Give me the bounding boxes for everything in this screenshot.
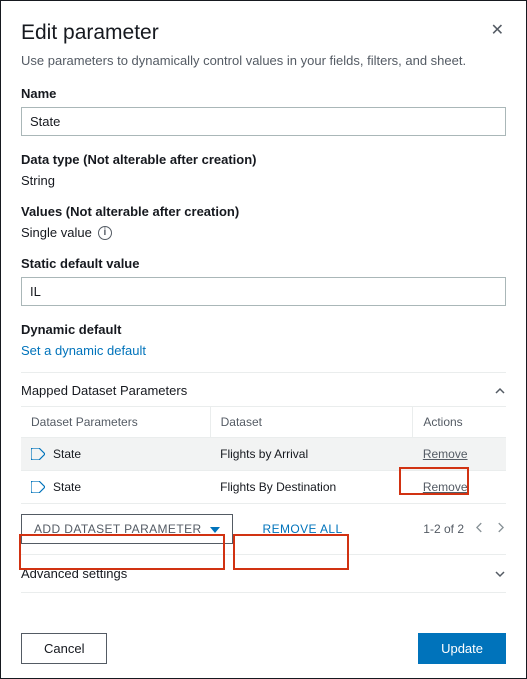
pager-next-icon[interactable] xyxy=(495,520,506,538)
dynamic-default-label: Dynamic default xyxy=(21,322,506,337)
mapped-section-title: Mapped Dataset Parameters xyxy=(21,383,187,398)
dialog-subtitle: Use parameters to dynamically control va… xyxy=(21,53,506,68)
param-name: State xyxy=(53,447,81,461)
chevron-up-icon xyxy=(494,385,506,397)
dialog-header: Edit parameter ✕ xyxy=(21,21,506,53)
update-button[interactable]: Update xyxy=(418,633,506,664)
dataset-name: Flights by Arrival xyxy=(210,438,413,471)
info-icon[interactable]: i xyxy=(98,226,112,240)
pager-prev-icon[interactable] xyxy=(474,520,485,538)
name-input[interactable] xyxy=(21,107,506,136)
chevron-down-icon xyxy=(494,568,506,580)
add-btn-label: ADD DATASET PARAMETER xyxy=(34,522,202,536)
values-value: Single value i xyxy=(21,225,506,240)
advanced-settings-header[interactable]: Advanced settings xyxy=(21,554,506,593)
dataset-name: Flights By Destination xyxy=(210,471,413,504)
pager: 1-2 of 2 xyxy=(423,520,506,538)
dialog-footer: Cancel Update xyxy=(21,615,506,664)
caret-down-icon xyxy=(210,522,220,536)
advanced-settings-title: Advanced settings xyxy=(21,566,127,581)
static-default-input[interactable] xyxy=(21,277,506,306)
dialog-title: Edit parameter xyxy=(21,21,159,45)
add-dataset-parameter-button[interactable]: ADD DATASET PARAMETER xyxy=(21,514,233,544)
parameter-icon xyxy=(31,481,45,493)
table-row[interactable]: State Flights By Destination Remove xyxy=(21,471,506,504)
values-text: Single value xyxy=(21,225,92,240)
remove-all-button[interactable]: REMOVE ALL xyxy=(253,515,353,543)
datatype-value: String xyxy=(21,173,506,188)
mapped-section-header[interactable]: Mapped Dataset Parameters xyxy=(21,372,506,406)
table-row[interactable]: State Flights by Arrival Remove xyxy=(21,438,506,471)
col-header-dataset: Dataset xyxy=(210,407,413,438)
name-label: Name xyxy=(21,86,506,101)
cancel-button[interactable]: Cancel xyxy=(21,633,107,664)
col-header-param: Dataset Parameters xyxy=(21,407,210,438)
param-name: State xyxy=(53,480,81,494)
static-default-label: Static default value xyxy=(21,256,506,271)
datatype-label: Data type (Not alterable after creation) xyxy=(21,152,506,167)
remove-link[interactable]: Remove xyxy=(423,480,468,494)
parameter-icon xyxy=(31,448,45,460)
edit-parameter-dialog: Edit parameter ✕ Use parameters to dynam… xyxy=(0,0,527,679)
table-footer: ADD DATASET PARAMETER REMOVE ALL 1-2 of … xyxy=(21,504,506,554)
pager-text: 1-2 of 2 xyxy=(423,522,464,536)
remove-link[interactable]: Remove xyxy=(423,447,468,461)
datatype-text: String xyxy=(21,173,55,188)
set-dynamic-default-link[interactable]: Set a dynamic default xyxy=(21,343,506,358)
mapped-parameters-table: Dataset Parameters Dataset Actions State… xyxy=(21,406,506,504)
close-icon[interactable]: ✕ xyxy=(489,21,506,41)
values-label: Values (Not alterable after creation) xyxy=(21,204,506,219)
col-header-actions: Actions xyxy=(413,407,506,438)
